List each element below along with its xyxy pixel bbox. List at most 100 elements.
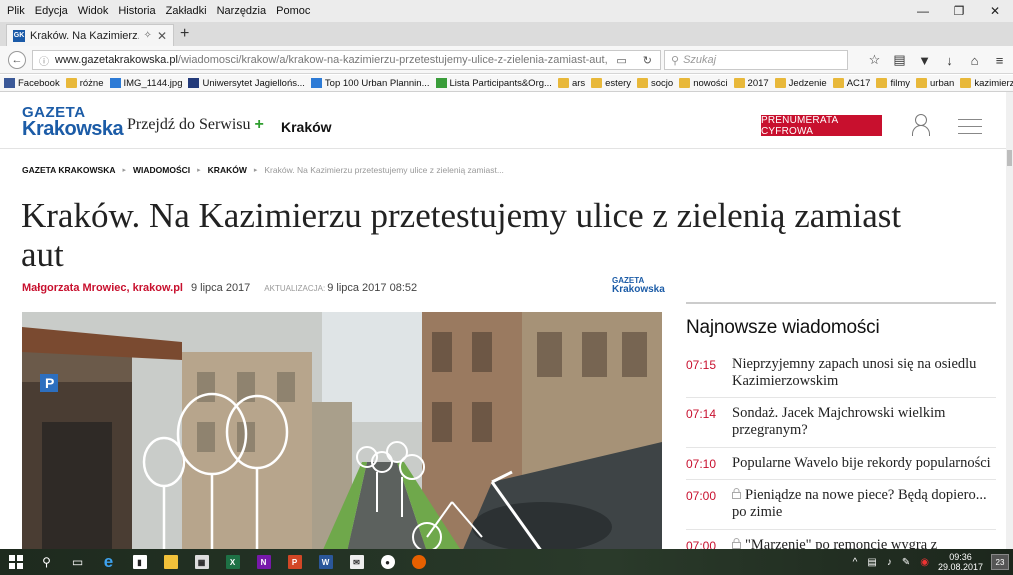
news-item[interactable]: 07:00 Pieniądze na nowe piece? Będą dopie… <box>686 480 996 530</box>
site-logo[interactable]: GAZETA Krakowska <box>22 105 124 139</box>
mute-icon[interactable]: ✧ <box>144 30 152 41</box>
close-tab-icon[interactable]: ✕ <box>157 29 167 43</box>
clock-date: 29.08.2017 <box>937 562 983 572</box>
hamburger-menu-icon[interactable] <box>958 119 982 135</box>
bookmark-item[interactable]: socjo <box>637 78 673 89</box>
bookmark-item[interactable]: filmy <box>876 78 910 89</box>
svg-text:P: P <box>45 375 54 391</box>
tab-title: Kraków. Na Kazimierz... <box>30 29 139 42</box>
task-view-icon[interactable]: ▭ <box>62 549 93 575</box>
shield-icon[interactable]: ◉ <box>920 557 929 568</box>
menu-edit[interactable]: Edycja <box>30 5 73 17</box>
article-author[interactable]: Małgorzata Mrowiec, krakow.pl <box>22 282 183 294</box>
clipboard-icon[interactable]: ▤ <box>887 51 912 69</box>
bookmark-item[interactable]: urban <box>916 78 954 89</box>
bookmark-item[interactable]: 2017 <box>733 78 769 89</box>
navigation-bar: ← ⓘ www.gazetakrakowska.pl/wiadomosci/kr… <box>0 46 1013 74</box>
subscribe-button[interactable]: PRENUMERATA CYFROWA <box>761 115 882 137</box>
news-item[interactable]: 07:10 Popularne Wavelo bije rekordy popul… <box>686 448 996 481</box>
go-to-service-link[interactable]: Przejdź do Serwisu + <box>127 116 264 134</box>
news-item[interactable]: 07:00 "Marzenie" po remoncie wygra z <box>686 530 996 549</box>
source-logo: GAZETA Krakowska <box>612 276 665 295</box>
folder-icon <box>960 78 972 88</box>
edge-browser-icon[interactable]: e <box>93 549 124 575</box>
user-icon[interactable] <box>911 113 931 137</box>
reload-icon[interactable]: ↻ <box>643 54 652 67</box>
news-headline[interactable]: Nieprzyjemny zapach unosi się na osiedlu… <box>732 356 976 389</box>
excel-icon[interactable]: X <box>217 549 248 575</box>
volume-icon[interactable]: ♪ <box>887 557 892 568</box>
address-bar[interactable]: ⓘ www.gazetakrakowska.pl/wiadomosci/krak… <box>32 50 661 70</box>
search-input[interactable]: ⚲ Szukaj <box>664 50 848 70</box>
network-icon[interactable]: ▤ <box>867 557 876 568</box>
folder-icon <box>591 78 603 88</box>
close-window-icon[interactable]: ✕ <box>977 0 1013 22</box>
download-icon[interactable]: ↓ <box>937 51 962 69</box>
news-time: 07:00 <box>686 489 717 504</box>
bookmark-item[interactable]: różne <box>65 77 104 89</box>
new-tab-button[interactable]: + <box>180 25 189 43</box>
menu-history[interactable]: Historia <box>113 5 160 17</box>
info-icon[interactable]: ⓘ <box>39 53 49 68</box>
site-header: GAZETA Krakowska Przejdź do Serwisu + Kra… <box>0 92 1006 149</box>
reader-view-icon[interactable]: ▭ <box>616 54 626 67</box>
news-item[interactable]: 07:15 Nieprzyjemny zapach unosi się na os… <box>686 349 996 399</box>
menu-bookmarks[interactable]: Zakładki <box>161 5 212 17</box>
chevron-right-icon: ▸ <box>122 167 127 174</box>
bookmark-label: różne <box>79 77 104 89</box>
file-explorer-icon[interactable] <box>155 549 186 575</box>
minimize-icon[interactable]: — <box>905 0 941 22</box>
bookmark-item[interactable]: Jedzenie <box>774 78 827 89</box>
restore-icon[interactable]: ❐ <box>941 0 977 22</box>
system-clock[interactable]: 09:36 29.08.2017 <box>938 552 983 573</box>
news-headline[interactable]: Popularne Wavelo bije rekordy popularnoś… <box>732 455 991 471</box>
menu-view[interactable]: Widok <box>73 5 114 17</box>
news-item[interactable]: 07:14 Sondaż. Jacek Majchrowski wielkim p… <box>686 398 996 448</box>
bookmark-item[interactable]: Facebook <box>4 78 60 89</box>
menu-help[interactable]: Pomoc <box>271 5 315 17</box>
breadcrumb-home[interactable]: GAZETA KRAKOWSKA <box>22 165 116 175</box>
news-time: 07:14 <box>686 407 717 422</box>
news-headline-wrap: Nieprzyjemny zapach unosi się na osiedlu… <box>732 356 996 389</box>
news-headline[interactable]: Sondaż. Jacek Majchrowski wielkim przegr… <box>732 405 945 438</box>
pocket-icon[interactable]: ▼ <box>912 51 937 69</box>
calendar-icon[interactable]: ▦ <box>186 549 217 575</box>
breadcrumb-city[interactable]: KRAKÓW <box>208 165 247 175</box>
article-title: Kraków. Na Kazimierzu przetestujemy ulic… <box>21 196 902 274</box>
bookmark-item[interactable]: estery <box>591 78 631 89</box>
store-icon[interactable]: ▮ <box>124 549 155 575</box>
onenote-icon[interactable]: N <box>248 549 279 575</box>
home-icon[interactable]: ⌂ <box>962 51 987 69</box>
bookmark-item[interactable]: Lista Participants&Org... <box>435 78 552 89</box>
news-headline[interactable]: Pieniądze na nowe piece? Będą dopiero...… <box>732 487 987 520</box>
chevron-right-icon: ▸ <box>253 167 258 174</box>
bookmark-item[interactable]: ars <box>557 78 585 89</box>
city-label[interactable]: Kraków <box>281 119 332 135</box>
bookmark-item[interactable]: Top 100 Urban Plannin... <box>310 78 430 89</box>
back-arrow-icon[interactable]: ← <box>8 51 26 69</box>
page-scrollbar[interactable] <box>1006 92 1013 549</box>
breadcrumb-news[interactable]: WIADOMOŚCI <box>133 165 190 175</box>
bookmark-item[interactable]: kazimierz <box>960 78 1013 89</box>
bookmark-item[interactable]: Uniwersytet Jagiellońs... <box>188 78 305 89</box>
powerpoint-icon[interactable]: P <box>279 549 310 575</box>
mail-icon[interactable]: ✉ <box>341 549 372 575</box>
bookmark-item[interactable]: AC17 <box>832 78 870 89</box>
menu-icon[interactable]: ≡ <box>987 51 1012 69</box>
menu-file[interactable]: Plik <box>0 5 30 17</box>
game-icon[interactable]: ● <box>372 549 403 575</box>
bookmark-item[interactable]: IMG_1144.jpg <box>109 78 182 89</box>
search-icon[interactable]: ⚲ <box>31 549 62 575</box>
word-icon[interactable]: W <box>310 549 341 575</box>
start-windows-icon[interactable] <box>0 549 31 575</box>
pen-icon[interactable]: ✎ <box>902 557 910 568</box>
chevron-up-icon[interactable]: ^ <box>853 557 858 568</box>
menu-tools[interactable]: Narzędzia <box>212 5 272 17</box>
bookmark-item[interactable]: nowości <box>679 78 728 89</box>
tab-active[interactable]: GK Kraków. Na Kazimierz... ✧ ✕ <box>6 24 174 46</box>
bookmark-star-icon[interactable]: ☆ <box>862 51 887 69</box>
article-photo[interactable]: P <box>22 312 662 549</box>
notifications-button[interactable]: 23 <box>991 554 1009 570</box>
firefox-icon[interactable] <box>403 549 434 575</box>
news-headline[interactable]: "Marzenie" po remoncie wygra z <box>745 537 937 549</box>
